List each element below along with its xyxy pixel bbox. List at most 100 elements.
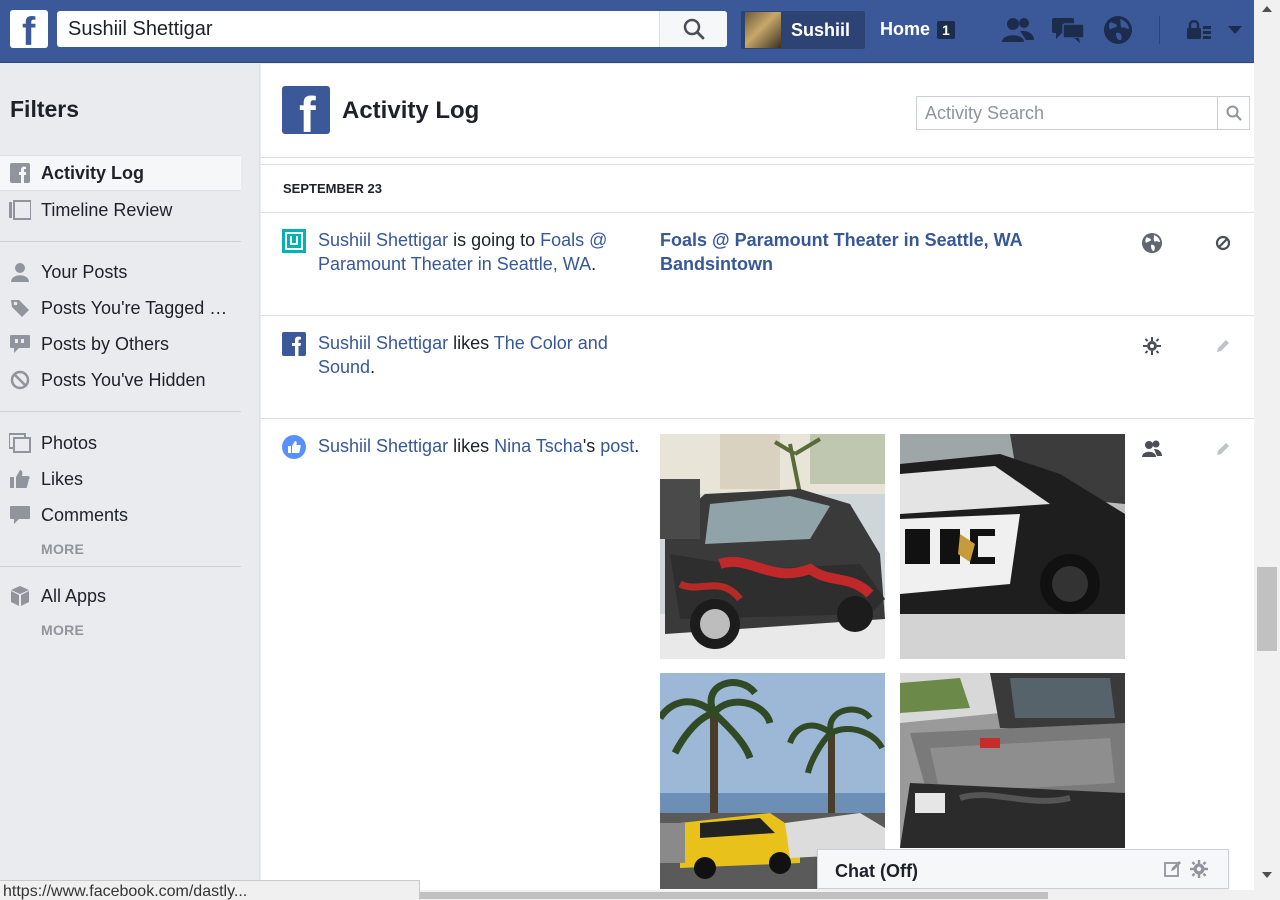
activity-possessive: 's — [582, 436, 601, 456]
audience-button[interactable] — [1140, 231, 1164, 255]
sidebar-item-label: Posts You've Hidden — [41, 369, 206, 390]
compose-icon — [1164, 861, 1181, 877]
facebook-square-icon — [9, 162, 31, 184]
chat-bar[interactable]: Chat (Off) — [817, 849, 1229, 889]
list-item: Sushiil Shettigar likes Nina Tscha's pos… — [261, 419, 1254, 900]
event-detail[interactable]: Foals @ Paramount Theater in Seattle, WA… — [660, 228, 1040, 276]
post-link[interactable]: post — [600, 436, 634, 456]
notifications-button[interactable] — [1102, 14, 1134, 46]
edit-button[interactable] — [1211, 334, 1235, 358]
activity-verb: likes — [448, 436, 495, 456]
audience-button[interactable] — [1140, 437, 1164, 461]
activity-log-logo: f — [282, 86, 330, 134]
home-link[interactable]: Home 1 — [880, 19, 955, 40]
new-message-button[interactable] — [1163, 859, 1183, 879]
person-icon — [9, 261, 31, 283]
bandsintown-app-icon — [282, 229, 306, 253]
activity-search-button[interactable] — [1217, 97, 1249, 129]
messages-button[interactable] — [1050, 14, 1086, 46]
post-photo[interactable] — [660, 434, 885, 659]
privacy-shortcuts-button[interactable] — [1185, 14, 1213, 46]
facebook-app-icon — [282, 332, 306, 356]
friend-requests-button[interactable] — [1000, 14, 1036, 46]
wrecked-car-photo-image — [900, 673, 1125, 848]
horizontal-scrollbar-thumb[interactable] — [420, 892, 1048, 899]
date-label: SEPTEMBER 23 — [283, 181, 382, 196]
actor-link[interactable]: Sushiil Shettigar — [318, 333, 448, 353]
list-item: Sushiil Shettigar is going to Foals @ Pa… — [261, 213, 1254, 316]
timeline-icon — [9, 199, 31, 221]
home-label: Home — [880, 19, 931, 39]
activity-verb: likes — [448, 333, 494, 353]
activity-end: . — [634, 436, 640, 456]
search-button[interactable] — [659, 11, 727, 47]
top-nav-bar: f Sushiil Home 1 — [0, 0, 1254, 63]
gear-icon — [1143, 337, 1161, 355]
sidebar-item-your-posts[interactable]: Your Posts — [0, 254, 241, 290]
global-search-input[interactable] — [57, 11, 657, 47]
sidebar-item-label: Likes — [41, 468, 84, 489]
friend-link[interactable]: Nina Tscha — [494, 436, 583, 456]
actor-link[interactable]: Sushiil Shettigar — [318, 230, 448, 250]
police-car-photo-image — [900, 434, 1125, 659]
chat-label: Chat (Off) — [835, 861, 918, 881]
sidebar-item-activity-log[interactable]: Activity Log — [0, 155, 241, 191]
tag-icon — [9, 297, 31, 319]
filters-title: Filters — [10, 96, 80, 122]
messages-icon — [1052, 18, 1085, 43]
sidebar-item-posts-tagged[interactable]: Posts You're Tagged … — [0, 290, 241, 326]
hidden-icon — [9, 369, 31, 391]
filters-sidebar: Filters Activity Log Timeline Review You… — [0, 64, 260, 900]
photos-icon — [9, 432, 31, 454]
actor-link[interactable]: Sushiil Shettigar — [318, 436, 448, 456]
sidebar-item-label: Photos — [41, 432, 98, 453]
caret-down-icon — [1228, 26, 1242, 34]
sidebar-item-posts-by-others[interactable]: Posts by Others — [0, 326, 241, 362]
scroll-down-arrow-icon[interactable] — [1262, 872, 1272, 878]
scroll-up-arrow-icon[interactable] — [1262, 6, 1272, 12]
scrollbar-thumb[interactable] — [1257, 567, 1277, 651]
sidebar-item-photos[interactable]: Photos — [0, 425, 241, 461]
sidebar-item-timeline-review[interactable]: Timeline Review — [0, 192, 241, 228]
sidebar-item-label: Your Posts — [41, 261, 128, 282]
search-icon — [683, 18, 704, 40]
account-menu-button[interactable] — [1226, 14, 1244, 46]
hide-button[interactable] — [1211, 231, 1235, 255]
globe-icon — [1104, 16, 1132, 44]
date-header: SEPTEMBER 23 — [261, 164, 1254, 213]
profile-link[interactable]: Sushiil — [741, 11, 865, 49]
list-item: Sushiil Shettigar likes The Color and So… — [261, 316, 1254, 419]
pencil-icon — [1217, 340, 1229, 352]
sidebar-item-posts-hidden[interactable]: Posts You've Hidden — [0, 362, 241, 398]
facebook-logo-letter: f — [22, 10, 36, 54]
activity-log-panel: f Activity Log SEPTEMBER 23 Sushiil Shet… — [261, 64, 1254, 900]
sidebar-item-likes[interactable]: Likes — [0, 461, 241, 497]
horizontal-scrollbar[interactable] — [420, 890, 1254, 900]
sidebar-more-link[interactable]: MORE — [41, 541, 84, 557]
activity-search-input[interactable] — [917, 97, 1217, 129]
sidebar-item-label: Comments — [41, 504, 129, 525]
profile-name: Sushiil — [791, 19, 851, 40]
vertical-scrollbar[interactable] — [1254, 0, 1280, 900]
global-search — [57, 11, 727, 47]
speech-icon — [9, 333, 31, 355]
sidebar-item-all-apps[interactable]: All Apps — [0, 578, 241, 614]
sidebar-item-label: All Apps — [41, 585, 107, 606]
home-count-badge: 1 — [937, 20, 955, 39]
page-title: Activity Log — [342, 97, 480, 124]
edit-button[interactable] — [1211, 437, 1235, 461]
chat-settings-button[interactable] — [1189, 859, 1209, 879]
search-icon — [1226, 105, 1242, 121]
sidebar-item-comments[interactable]: Comments — [0, 497, 241, 533]
sidebar-item-label: Posts by Others — [41, 333, 170, 354]
activity-text: Sushiil Shettigar likes The Color and So… — [318, 331, 648, 379]
sidebar-more-link[interactable]: MORE — [41, 622, 84, 638]
post-photo[interactable] — [900, 434, 1125, 659]
activity-text: Sushiil Shettigar likes Nina Tscha's pos… — [318, 434, 648, 458]
audience-button[interactable] — [1140, 334, 1164, 358]
lock-icon — [1187, 20, 1211, 39]
comment-icon — [9, 504, 31, 526]
facebook-logo[interactable]: f — [10, 10, 48, 52]
post-photo[interactable] — [900, 673, 1125, 848]
activity-log-header: f Activity Log — [261, 64, 1254, 158]
